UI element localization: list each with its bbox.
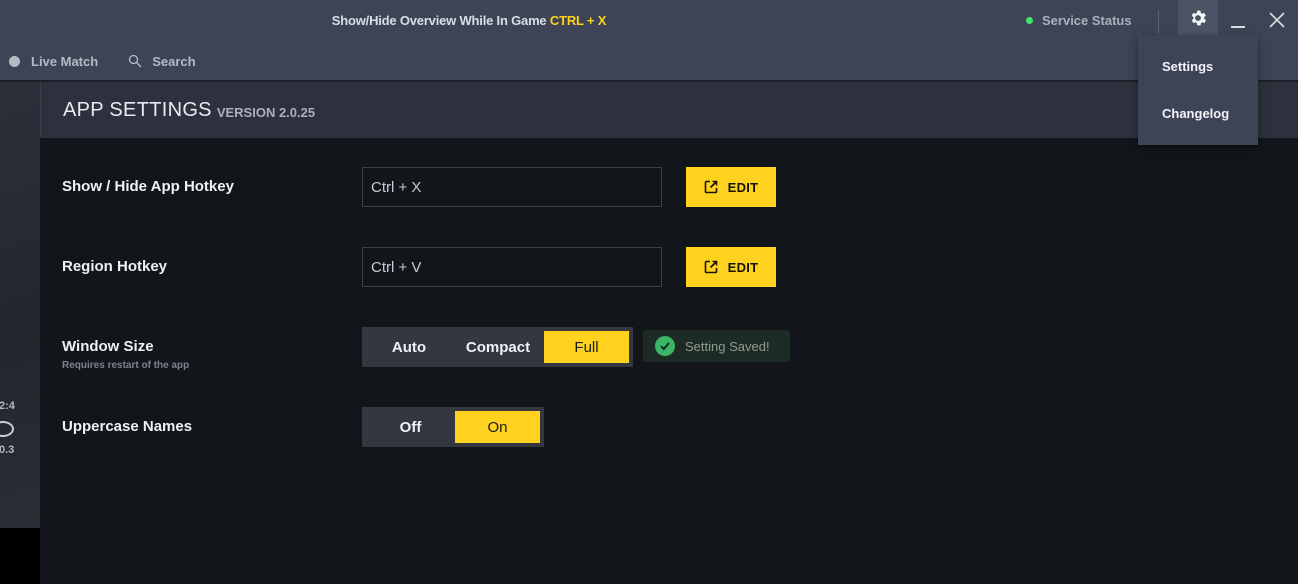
setting-label: Region Hotkey — [62, 258, 168, 275]
menu-item-settings[interactable]: Settings — [1138, 43, 1258, 90]
panel-header: APP SETTINGS VERSION 2.0.25 — [40, 82, 1298, 138]
edit-region-hotkey-button[interactable]: EDIT — [686, 247, 776, 287]
title-hotkey: CTRL + X — [549, 13, 607, 28]
background-text: 2:4 — [0, 400, 15, 412]
external-edit-icon — [704, 260, 717, 274]
setting-label: Show / Hide App Hotkey — [62, 178, 234, 195]
field-value: Ctrl + X — [371, 178, 422, 196]
check-circle-icon — [655, 336, 675, 356]
toast-text: Setting Saved! — [685, 338, 770, 354]
uppercase-option-off[interactable]: Off — [366, 411, 455, 443]
title-text: Show/Hide Overview While In Game — [331, 13, 547, 28]
minimize-button[interactable] — [1228, 10, 1248, 30]
setting-label: Uppercase Names — [62, 418, 193, 435]
external-edit-icon — [704, 180, 717, 194]
show-hide-hotkey-field[interactable]: Ctrl + X — [362, 167, 662, 207]
app-settings-panel: APP SETTINGS VERSION 2.0.25 Show / Hide … — [40, 82, 1298, 584]
nav-item-live-match[interactable]: Live Match — [0, 54, 98, 69]
setting-label: Window Size — [62, 338, 154, 355]
background-black — [0, 528, 40, 584]
nav-bar: Live Match Search — [0, 50, 226, 72]
window-size-label-group: Window Size Requires restart of the app — [62, 338, 189, 371]
uppercase-option-on[interactable]: On — [455, 411, 540, 443]
settings-gear-button[interactable] — [1178, 0, 1218, 35]
window-size-option-full[interactable]: Full — [544, 331, 629, 363]
background-strip: 2:4 0.3 — [0, 82, 40, 528]
title-bar: Show/Hide Overview While In Game CTRL + … — [0, 0, 1298, 82]
window-size-option-auto[interactable]: Auto — [366, 331, 452, 363]
status-dot-icon — [1026, 17, 1033, 24]
gear-icon — [1191, 10, 1207, 25]
edit-label: EDIT — [727, 179, 759, 195]
close-button[interactable] — [1268, 11, 1286, 29]
search-icon — [128, 54, 142, 68]
field-value: Ctrl + V — [371, 258, 422, 276]
edit-show-hide-hotkey-button[interactable]: EDIT — [686, 167, 776, 207]
nav-item-label: Search — [152, 53, 196, 69]
service-status-label: Service Status — [1042, 13, 1132, 28]
circle-icon — [9, 55, 20, 67]
page-title: APP SETTINGS — [63, 98, 212, 121]
menu-item-changelog[interactable]: Changelog — [1138, 90, 1258, 137]
window-size-segmented-control: Auto Compact Full — [362, 327, 633, 367]
ring-icon — [0, 421, 14, 437]
background-text: 0.3 — [0, 444, 15, 456]
divider — [1158, 10, 1159, 34]
settings-dropdown-menu: Settings Changelog — [1138, 35, 1258, 145]
edit-label: EDIT — [727, 259, 759, 275]
service-status[interactable]: Service Status — [1026, 13, 1132, 28]
setting-saved-toast: Setting Saved! — [643, 330, 790, 362]
version-label: VERSION 2.0.25 — [216, 104, 316, 120]
region-hotkey-field[interactable]: Ctrl + V — [362, 247, 662, 287]
nav-item-search[interactable]: Search — [128, 53, 196, 69]
setting-sublabel: Requires restart of the app — [62, 360, 190, 371]
uppercase-names-toggle: Off On — [362, 407, 544, 447]
close-icon — [1269, 12, 1285, 28]
window-size-option-compact[interactable]: Compact — [452, 331, 544, 363]
nav-item-label: Live Match — [31, 53, 99, 69]
